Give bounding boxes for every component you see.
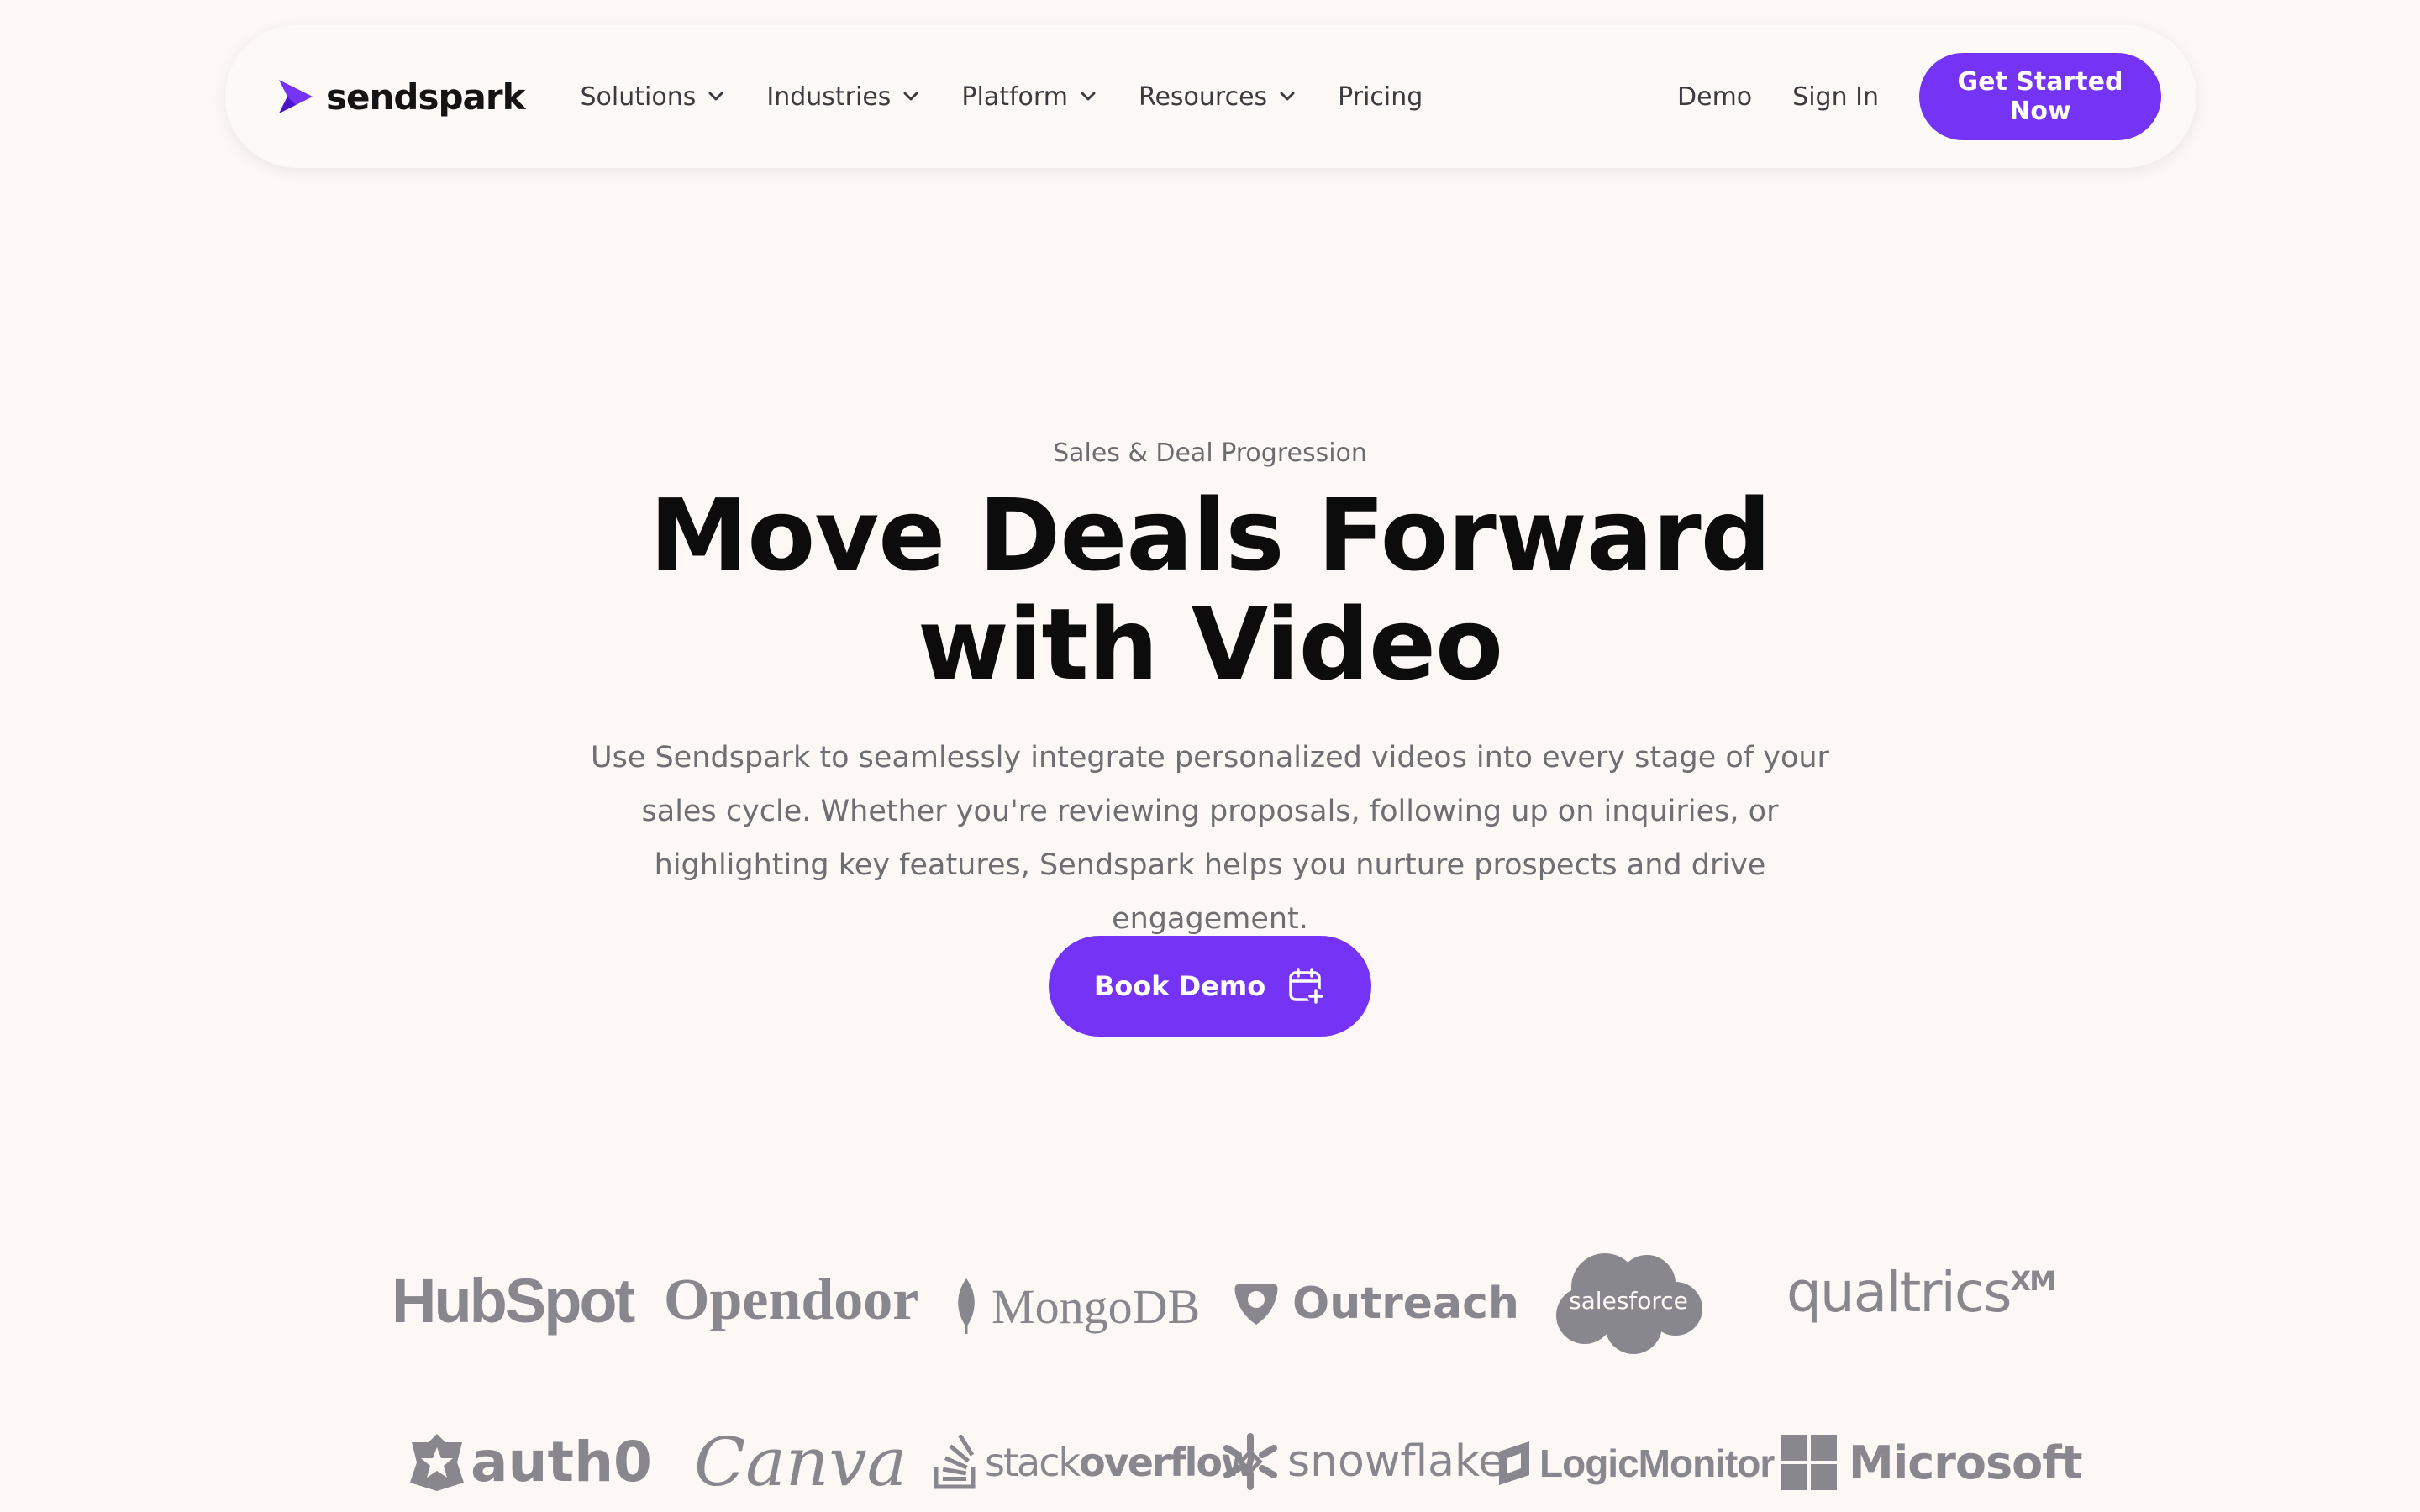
stackoverflow-icon [934,1435,976,1489]
snowflake-logo: snowflake [1220,1431,1505,1492]
outreach-logo-text: Outreach [1292,1278,1519,1329]
stackoverflow-logo: stack overflow [933,1435,1256,1490]
auth0-logo: auth0 [408,1430,652,1494]
auth0-logo-text: auth0 [471,1430,652,1494]
nav-actions: Demo Sign In Get Started Now [1677,53,2161,140]
demo-link[interactable]: Demo [1677,82,1752,112]
canva-logo-text: Canva [694,1423,908,1501]
hubspot-logo: HubSpot [392,1265,635,1336]
menu-industries[interactable]: Industries [766,82,919,112]
microsoft-logo: Microsoft [1781,1435,2083,1490]
chevron-down-icon [1280,92,1295,101]
menu-solutions-label: Solutions [580,81,697,112]
outreach-logo: Outreach [1232,1278,1519,1329]
qualtrics-logo-text: qualtrics [1786,1260,2012,1325]
menu-platform[interactable]: Platform [961,82,1097,112]
microsoft-logo-text: Microsoft [1849,1436,2083,1489]
salesforce-logo-text: salesforce [1569,1287,1688,1315]
hero-subcopy: Use Sendspark to seamlessly integrate pe… [591,741,1829,936]
sendspark-logo[interactable]: sendspark [277,76,525,118]
menu-resources-label: Resources [1138,81,1268,112]
hubspot-logo-text: HubSpot [392,1266,635,1336]
menu-resources[interactable]: Resources [1139,82,1296,112]
microsoft-windows-icon [1781,1435,1837,1490]
snowflake-icon [1223,1433,1277,1490]
sign-in-link[interactable]: Sign In [1792,82,1879,112]
auth0-star-icon [410,1433,464,1491]
menu-solutions[interactable]: Solutions [581,82,725,112]
logicmonitor-logo-text: LogicMonitor [1539,1441,1775,1485]
menu-industries-label: Industries [766,81,892,112]
menu-pricing-label: Pricing [1338,81,1423,112]
logicmonitor-icon [1499,1441,1529,1485]
chevron-down-icon [708,92,723,101]
mongodb-logo-text: MongoDB [992,1278,1201,1334]
top-navbar: sendspark Solutions Industries Platform … [225,25,2196,168]
menu-pricing[interactable]: Pricing [1338,82,1423,112]
salesforce-logo: salesforce [1553,1250,1704,1356]
brand-name: sendspark [326,76,525,118]
outreach-shield-icon [1234,1284,1278,1325]
chevron-down-icon [1081,92,1096,101]
qualtrics-xm-text: XM [2010,1265,2056,1297]
mongodb-leaf-icon [958,1278,975,1334]
logicmonitor-logo: LogicMonitor [1496,1440,1775,1487]
chevron-down-icon [903,92,918,101]
main-menu: Solutions Industries Platform Resources … [581,82,1423,112]
menu-platform-label: Platform [961,81,1068,112]
canva-logo: Canva [694,1423,907,1501]
get-started-button[interactable]: Get Started Now [1919,53,2161,140]
calendar-plus-icon [1289,968,1325,1005]
opendoor-logo-text: Opendoor [664,1268,919,1332]
qualtrics-logo: qualtrics XM [1786,1260,2056,1325]
book-demo-label: Book Demo [1093,970,1266,1002]
snowflake-logo-text: snowflake [1287,1436,1506,1487]
opendoor-logo: Opendoor [664,1267,918,1334]
mongodb-logo: MongoDB [953,1277,1200,1336]
hero-headline: Move Deals Forward with Video [649,477,1771,702]
book-demo-button[interactable]: Book Demo [1049,936,1371,1037]
stackoverflow-stack-text: stack [985,1440,1081,1485]
sendspark-logo-icon [279,80,313,113]
hero-eyebrow: Sales & Deal Progression [1053,438,1367,468]
